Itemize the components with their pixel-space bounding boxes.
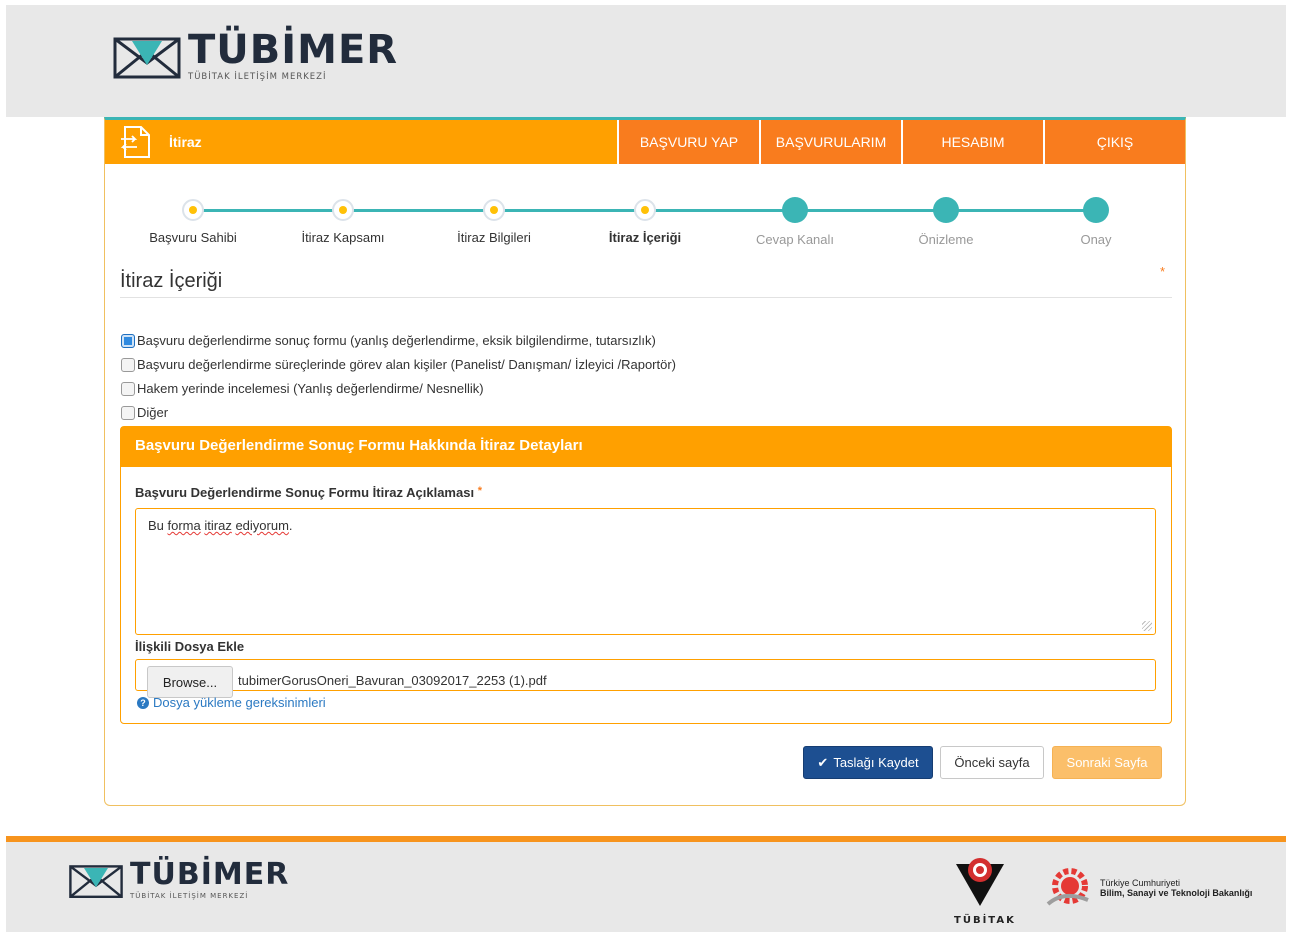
main-panel: İtiraz BAŞVURU YAP BAŞVURULARIM HESABIM …	[104, 117, 1186, 806]
text-fragment: ediyorum	[235, 518, 289, 533]
text-fragment: .	[288, 518, 293, 533]
text-fragment: Bu	[148, 518, 168, 533]
nav-basvuru-yap[interactable]: BAŞVURU YAP	[617, 120, 759, 164]
option-gorevli-kisiler[interactable]: Başvuru değerlendirme süreçlerinde görev…	[121, 352, 676, 376]
check-icon: ✔	[817, 754, 829, 770]
tubitak-emblem-icon	[956, 858, 1004, 906]
page-title: İtiraz	[169, 134, 202, 150]
required-marker: *	[1160, 264, 1166, 279]
text-fragment: itiraz	[204, 518, 232, 533]
step-dot-icon	[483, 199, 505, 221]
tubitak-logo[interactable]: TÜBİTAK	[954, 852, 1016, 928]
nav-basvurularim[interactable]: BAŞVURULARIM	[759, 120, 901, 164]
step-label: İtiraz Bilgileri	[457, 230, 531, 245]
footer-tubimer-logo[interactable]: TÜBİMER TÜBİTAK İLETİŞİM MERKEZİ	[68, 860, 289, 900]
step-dot-icon	[782, 197, 808, 223]
step-label: İtiraz Kapsamı	[301, 230, 385, 245]
brand-subtitle: TÜBİTAK İLETİŞİM MERKEZİ	[130, 892, 249, 900]
ministry-line2: Bilim, Sanayi ve Teknoloji Bakanlığı	[1100, 888, 1253, 898]
checkbox[interactable]	[121, 358, 135, 372]
option-label: Başvuru değerlendirme sonuç formu (yanlı…	[137, 332, 656, 348]
step-dot-icon	[1083, 197, 1109, 223]
step-label: Cevap Kanalı	[755, 232, 835, 247]
ministry-name: Türkiye Cumhuriyeti Bilim, Sanayi ve Tek…	[1100, 878, 1252, 899]
resize-handle-icon[interactable]	[1142, 621, 1152, 631]
step-dot-icon	[182, 199, 204, 221]
previous-page-button[interactable]: Önceki sayfa	[940, 746, 1044, 779]
checkbox[interactable]	[121, 382, 135, 396]
step-itiraz-bilgileri: İtiraz Bilgileri	[424, 192, 564, 245]
nav-cikis[interactable]: ÇIKIŞ	[1043, 120, 1185, 164]
checkbox-checked[interactable]	[121, 334, 135, 348]
browse-button[interactable]: Browse...	[147, 666, 233, 698]
document-icon	[120, 126, 150, 158]
top-nav: BAŞVURU YAP BAŞVURULARIM HESABIM ÇIKIŞ	[617, 120, 1185, 164]
detail-panel: Başvuru Değerlendirme Sonuç Formu Hakkın…	[120, 426, 1172, 724]
step-dot-icon	[332, 199, 354, 221]
option-diger[interactable]: Diğer	[121, 400, 676, 424]
step-dot-icon	[634, 199, 656, 221]
progress-stepper: Başvuru Sahibi İtiraz Kapsamı İtiraz Bil…	[105, 192, 1185, 252]
question-circle-icon: ?	[137, 696, 149, 709]
step-cevap-kanali: Cevap Kanalı	[725, 192, 865, 247]
option-label: Diğer	[137, 404, 169, 420]
step-label: Başvuru Sahibi	[149, 230, 237, 245]
option-label: Başvuru değerlendirme süreçlerinde görev…	[137, 356, 677, 372]
upload-requirements-link[interactable]: ? Dosya yükleme gereksinimleri	[137, 695, 326, 710]
tubimer-logo[interactable]: TÜBİMER TÜBİTAK İLETİŞİM MERKEZİ	[112, 30, 398, 82]
step-label: Önizleme	[918, 232, 974, 247]
text-fragment: forma	[167, 518, 201, 533]
gear-emblem-icon	[1046, 868, 1089, 906]
file-input[interactable]: Browse... tubimerGorusOneri_Bavuran_0309…	[135, 659, 1156, 698]
next-page-button[interactable]: Sonraki Sayfa	[1052, 746, 1162, 779]
nav-hesabim[interactable]: HESABIM	[901, 120, 1043, 164]
option-hakem-incelemesi[interactable]: Hakem yerinde incelemesi (Yanlış değerle…	[121, 376, 676, 400]
section-title: İtiraz İçeriği	[120, 270, 223, 292]
file-name: tubimerGorusOneri_Bavuran_03092017_2253 …	[238, 673, 547, 688]
title-bar: İtiraz BAŞVURU YAP BAŞVURULARIM HESABIM …	[105, 120, 1185, 164]
option-list: Başvuru değerlendirme sonuç formu (yanlı…	[121, 328, 676, 424]
explanation-label-text: Başvuru Değerlendirme Sonuç Formu İtiraz…	[135, 485, 475, 500]
explanation-label: Başvuru Değerlendirme Sonuç Formu İtiraz…	[135, 485, 482, 500]
brand-name: TÜBİMER	[130, 857, 290, 892]
envelope-logo-icon	[69, 865, 123, 898]
step-itiraz-icerigi: İtiraz İçeriği	[575, 192, 715, 245]
save-draft-label: Taslağı Kaydet	[833, 755, 919, 770]
step-basvuru-sahibi: Başvuru Sahibi	[123, 192, 263, 245]
ministry-line1: Türkiye Cumhuriyeti	[1100, 877, 1181, 888]
step-dot-icon	[933, 197, 959, 223]
step-onizleme: Önizleme	[876, 192, 1016, 247]
brand-subtitle: TÜBİTAK İLETİŞİM MERKEZİ	[188, 72, 327, 82]
step-onay: Onay	[1026, 192, 1166, 247]
envelope-logo-icon	[113, 37, 181, 79]
tubitak-wordmark: TÜBİTAK	[954, 915, 1016, 926]
required-marker: *	[477, 485, 482, 497]
step-label: Onay	[1080, 232, 1112, 247]
detail-heading: Başvuru Değerlendirme Sonuç Formu Hakkın…	[121, 427, 1171, 467]
option-sonuc-formu[interactable]: Başvuru değerlendirme sonuç formu (yanlı…	[121, 328, 676, 352]
step-label-active: İtiraz İçeriği	[608, 230, 682, 245]
save-draft-button[interactable]: ✔ Taslağı Kaydet	[803, 746, 933, 779]
brand-name: TÜBİMER	[188, 27, 399, 73]
ministry-logo[interactable]: Türkiye Cumhuriyeti Bilim, Sanayi ve Tek…	[1044, 866, 1252, 910]
option-label: Hakem yerinde incelemesi (Yanlış değerle…	[137, 380, 484, 396]
step-itiraz-kapsami: İtiraz Kapsamı	[273, 192, 413, 245]
help-link-text: Dosya yükleme gereksinimleri	[153, 695, 326, 710]
checkbox[interactable]	[121, 406, 135, 420]
divider	[120, 297, 1172, 298]
file-label: İlişkili Dosya Ekle	[135, 639, 245, 654]
explanation-textarea[interactable]: Bu forma itiraz ediyorum.	[135, 508, 1156, 635]
